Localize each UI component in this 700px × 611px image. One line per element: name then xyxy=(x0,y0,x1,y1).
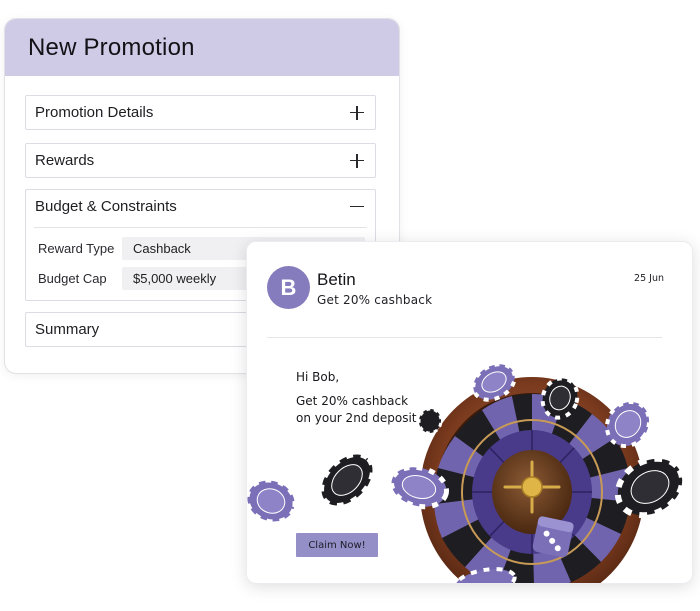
dice-icon xyxy=(532,516,574,558)
plus-icon[interactable] xyxy=(349,153,365,169)
casino-chip-icon xyxy=(417,407,443,435)
casino-chip-icon xyxy=(471,362,517,402)
casino-chip-icon xyxy=(319,452,375,508)
notification-date: 25 Jun xyxy=(634,273,664,284)
stage: New Promotion Promotion Details Rewards … xyxy=(0,0,700,611)
plus-icon[interactable] xyxy=(349,105,365,121)
divider xyxy=(34,227,367,228)
section-promotion-details[interactable]: Promotion Details xyxy=(25,95,376,130)
offer-text-line: Get 20% cashback xyxy=(296,394,409,408)
section-header[interactable]: Budget & Constraints xyxy=(26,190,375,223)
offer-text-line: on your 2nd deposit xyxy=(296,411,417,425)
sender-name: Betin xyxy=(317,270,356,289)
section-label: Summary xyxy=(35,321,100,338)
roulette-wheel-icon xyxy=(420,377,644,583)
section-header[interactable]: Promotion Details xyxy=(26,96,375,129)
notification-card: B Betin Get 20% cashback 25 Jun Hi Bob, … xyxy=(246,241,693,584)
budget-cap-label: Budget Cap xyxy=(38,271,107,286)
section-label: Budget & Constraints xyxy=(35,198,177,215)
minus-icon[interactable] xyxy=(349,199,365,215)
panel-title: New Promotion xyxy=(28,33,195,61)
casino-chip-icon xyxy=(614,455,686,519)
section-label: Rewards xyxy=(35,152,95,169)
greeting-text: Hi Bob, xyxy=(296,370,340,384)
casino-chip-icon xyxy=(247,478,297,524)
casino-chip-icon xyxy=(453,567,517,583)
casino-chip-icon xyxy=(389,464,449,510)
section-label: Promotion Details xyxy=(35,104,154,121)
divider xyxy=(267,337,662,338)
section-header[interactable]: Rewards xyxy=(26,144,375,177)
claim-now-button[interactable]: Claim Now! xyxy=(296,533,378,557)
section-rewards[interactable]: Rewards xyxy=(25,143,376,178)
reward-type-label: Reward Type xyxy=(38,241,115,256)
panel-header: New Promotion xyxy=(5,19,399,76)
casino-chip-icon xyxy=(540,376,580,420)
casino-chip-icon xyxy=(604,399,652,449)
sender-avatar: B xyxy=(267,266,310,309)
notification-subject: Get 20% cashback xyxy=(317,293,433,307)
